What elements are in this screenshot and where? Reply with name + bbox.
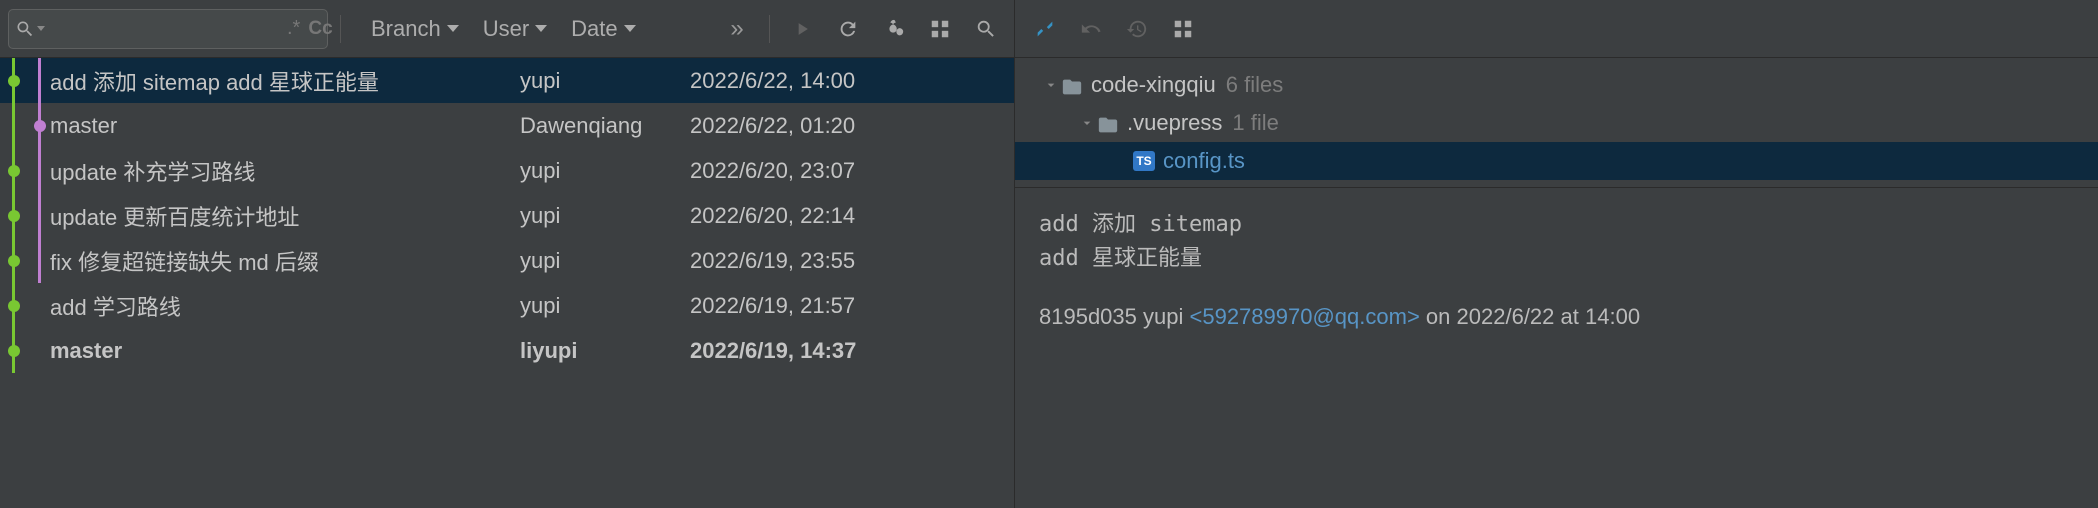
- git-log-panel: .* Cc Branch User Date: [0, 0, 1015, 508]
- commit-meta: 8195d035 yupi <592789970@qq.com> on 2022…: [1039, 300, 2074, 334]
- run-button[interactable]: [782, 9, 822, 49]
- tree-folder-vuepress[interactable]: .vuepress 1 file: [1015, 104, 2098, 142]
- chevron-down-icon: [535, 25, 547, 32]
- commit-date: 2022/6/19, 21:57: [690, 293, 1014, 319]
- tree-folder-root[interactable]: code-xingqiu 6 files: [1015, 66, 2098, 104]
- commit-graph: [0, 103, 50, 148]
- match-case-toggle[interactable]: Cc: [308, 18, 332, 40]
- user-filter-label: User: [483, 16, 529, 42]
- commit-row[interactable]: add 学习路线yupi2022/6/19, 21:57: [0, 283, 1014, 328]
- commit-detail-panel: code-xingqiu 6 files .vuepress 1 file TS…: [1015, 0, 2098, 508]
- chevron-down-icon: [624, 25, 636, 32]
- commit-graph: [0, 283, 50, 328]
- commit-node-icon: [8, 255, 20, 267]
- tree-file-config[interactable]: TS config.ts: [1015, 142, 2098, 180]
- commit-graph: [0, 238, 50, 283]
- cherry-pick-button[interactable]: [874, 9, 914, 49]
- commit-date: 2022/6/22: [1457, 304, 1555, 329]
- history-button[interactable]: [1117, 9, 1157, 49]
- view-options-button[interactable]: [920, 9, 960, 49]
- commit-row[interactable]: update 补充学习路线yupi2022/6/20, 23:07: [0, 148, 1014, 193]
- regex-toggle[interactable]: .*: [287, 17, 300, 40]
- file-name: config.ts: [1163, 148, 1245, 174]
- commit-date: 2022/6/19, 14:37: [690, 338, 1014, 364]
- commit-author: yupi: [520, 68, 690, 94]
- commit-row[interactable]: fix 修复超链接缺失 md 后缀yupi2022/6/19, 23:55: [0, 238, 1014, 283]
- commit-graph: [0, 58, 50, 103]
- chevron-down-icon: [1043, 77, 1061, 93]
- commit-graph: [0, 193, 50, 238]
- commit-message: add 学习路线: [50, 290, 520, 322]
- more-filters-button[interactable]: [717, 9, 757, 49]
- commit-list: add 添加 sitemap add 星球正能量yupi2022/6/22, 1…: [0, 58, 1014, 508]
- commit-msg-line: add 星球正能量: [1039, 242, 2074, 276]
- commit-node-icon: [8, 165, 20, 177]
- commit-date: 2022/6/20, 22:14: [690, 203, 1014, 229]
- commit-message: master: [50, 113, 520, 139]
- commit-author: Dawenqiang: [520, 113, 690, 139]
- folder-icon: [1061, 76, 1083, 94]
- commit-row[interactable]: masterDawenqiang2022/6/22, 01:20: [0, 103, 1014, 148]
- user-filter[interactable]: User: [483, 16, 547, 42]
- search-icon: [15, 9, 35, 49]
- separator: [340, 15, 341, 43]
- refresh-button[interactable]: [828, 9, 868, 49]
- date-filter[interactable]: Date: [571, 16, 635, 42]
- commit-author: yupi: [520, 203, 690, 229]
- commit-node-icon: [34, 120, 46, 132]
- commit-message: master: [50, 338, 520, 364]
- detail-toolbar: [1015, 0, 2098, 58]
- folder-meta: 1 file: [1232, 110, 1278, 136]
- commit-author: yupi: [520, 293, 690, 319]
- find-button[interactable]: [966, 9, 1006, 49]
- commit-date: 2022/6/19, 23:55: [690, 248, 1014, 274]
- commit-graph: [0, 328, 50, 373]
- log-toolbar: .* Cc Branch User Date: [0, 0, 1014, 58]
- double-chevron-icon: [730, 15, 743, 43]
- branch-filter-label: Branch: [371, 16, 441, 42]
- chevron-down-icon: [447, 25, 459, 32]
- commit-node-icon: [8, 75, 20, 87]
- commit-node-icon: [8, 210, 20, 222]
- commit-time: 14:00: [1585, 304, 1640, 329]
- commit-author: liyupi: [520, 338, 690, 364]
- commit-node-icon: [8, 300, 20, 312]
- commit-date: 2022/6/20, 23:07: [690, 158, 1014, 184]
- folder-name: code-xingqiu: [1091, 72, 1216, 98]
- folder-name: .vuepress: [1127, 110, 1222, 136]
- folder-icon: [1097, 114, 1119, 132]
- commit-date: 2022/6/22, 01:20: [690, 113, 1014, 139]
- date-filter-label: Date: [571, 16, 617, 42]
- separator: [769, 15, 770, 43]
- folder-meta: 6 files: [1226, 72, 1283, 98]
- commit-row[interactable]: update 更新百度统计地址yupi2022/6/20, 22:14: [0, 193, 1014, 238]
- branch-filter[interactable]: Branch: [371, 16, 459, 42]
- search-dropdown-chevron-icon[interactable]: [37, 26, 45, 31]
- collapse-changes-button[interactable]: [1025, 9, 1065, 49]
- commit-message: fix 修复超链接缺失 md 后缀: [50, 245, 520, 277]
- undo-button[interactable]: [1071, 9, 1111, 49]
- commit-row[interactable]: masterliyupi2022/6/19, 14:37: [0, 328, 1014, 373]
- typescript-icon: TS: [1133, 151, 1155, 171]
- commit-author: yupi: [1143, 304, 1183, 329]
- search-box[interactable]: .* Cc: [8, 9, 328, 49]
- commit-message: add 添加 sitemap add 星球正能量: [50, 65, 520, 97]
- commit-msg-line: add 添加 sitemap: [1039, 208, 2074, 242]
- commit-message: update 补充学习路线: [50, 155, 520, 187]
- search-input[interactable]: [49, 18, 281, 39]
- commit-node-icon: [8, 345, 20, 357]
- group-by-button[interactable]: [1163, 9, 1203, 49]
- commit-graph: [0, 148, 50, 193]
- commit-date: 2022/6/22, 14:00: [690, 68, 1014, 94]
- chevron-down-icon: [1079, 115, 1097, 131]
- commit-message-panel: add 添加 sitemap add 星球正能量 8195d035 yupi <…: [1015, 188, 2098, 354]
- commit-author: yupi: [520, 248, 690, 274]
- commit-author: yupi: [520, 158, 690, 184]
- commit-hash: 8195d035: [1039, 304, 1137, 329]
- commit-email[interactable]: <592789970@qq.com>: [1190, 304, 1420, 329]
- commit-message: update 更新百度统计地址: [50, 200, 520, 232]
- changed-files-tree: code-xingqiu 6 files .vuepress 1 file TS…: [1015, 58, 2098, 188]
- commit-row[interactable]: add 添加 sitemap add 星球正能量yupi2022/6/22, 1…: [0, 58, 1014, 103]
